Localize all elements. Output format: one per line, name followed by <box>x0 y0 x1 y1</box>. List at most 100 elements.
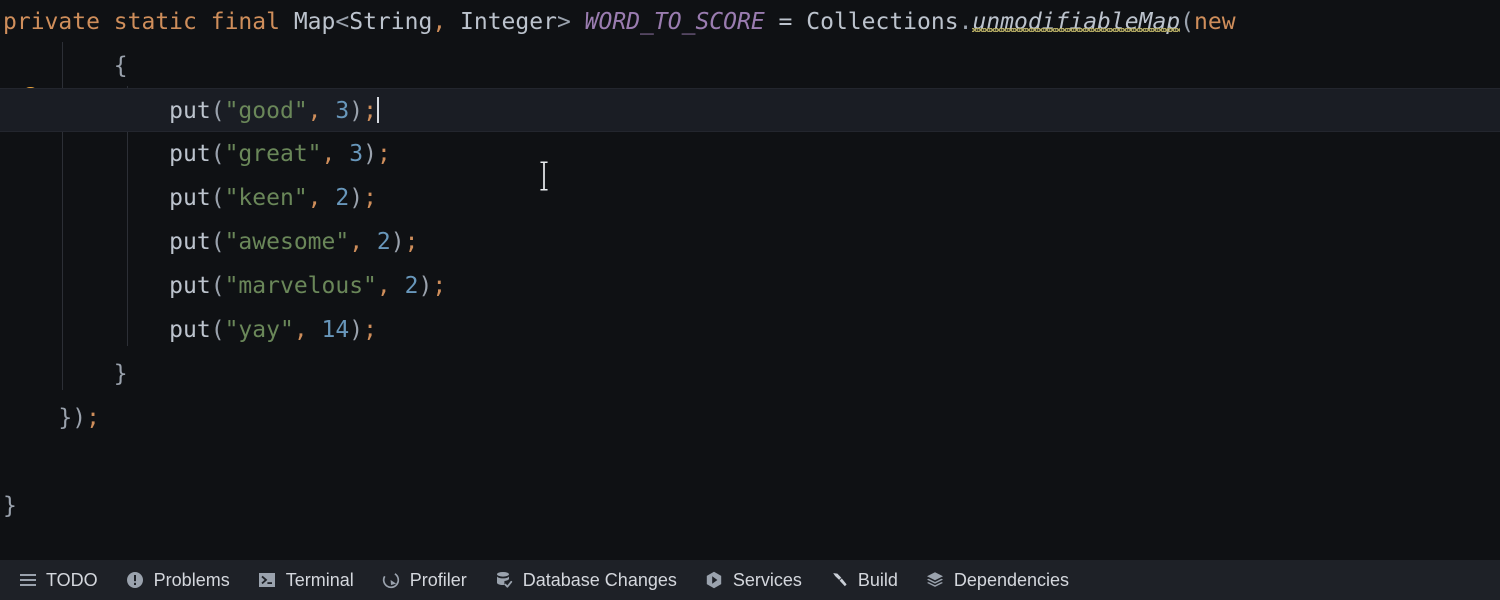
code-token: , <box>322 141 336 167</box>
code-token <box>322 185 336 211</box>
code-token <box>571 9 585 35</box>
code-token: put <box>3 273 211 299</box>
code-token: { <box>3 53 128 79</box>
code-token: "marvelous" <box>225 273 377 299</box>
code-line[interactable]: { <box>0 44 1500 88</box>
code-token: ; <box>363 98 377 124</box>
code-token: , <box>377 273 391 299</box>
code-token: = <box>779 9 793 35</box>
code-token: ; <box>405 229 419 255</box>
code-token: ; <box>377 141 391 167</box>
code-token: 14 <box>322 317 350 343</box>
hexagon-play-icon <box>705 571 724 590</box>
code-token <box>765 9 779 35</box>
status-item-todo[interactable]: TODO <box>4 560 112 600</box>
code-token: 3 <box>349 141 363 167</box>
status-item-label: Profiler <box>410 570 467 591</box>
tool-window-status-bar[interactable]: TODO Problems Terminal Profiler Database Cha… <box>0 560 1500 600</box>
code-token: unmodifiableMap <box>972 9 1180 35</box>
code-line[interactable]: put("good", 3); <box>0 88 1500 132</box>
code-editor[interactable]: private static final Map<String, Integer… <box>0 0 1500 560</box>
code-token: > <box>557 9 571 35</box>
code-token: new <box>1194 9 1236 35</box>
gauge-icon <box>382 571 401 590</box>
code-token: 2 <box>405 273 419 299</box>
status-item-label: Services <box>733 570 802 591</box>
code-line[interactable]: put("keen", 2); <box>0 176 1500 220</box>
text-caret <box>377 97 379 123</box>
status-item-build[interactable]: Build <box>816 560 912 600</box>
code-token: 2 <box>377 229 391 255</box>
code-line[interactable]: } <box>0 352 1500 396</box>
code-token <box>391 273 405 299</box>
status-item-services[interactable]: Services <box>691 560 816 600</box>
editor-text-area[interactable]: private static final Map<String, Integer… <box>0 0 1500 560</box>
code-line[interactable]: } <box>0 484 1500 528</box>
code-token: ; <box>363 185 377 211</box>
mouse-ibeam-cursor <box>536 160 552 192</box>
code-line[interactable]: put("marvelous", 2); <box>0 264 1500 308</box>
status-item-dependencies[interactable]: Dependencies <box>912 560 1083 600</box>
code-token: "great" <box>225 141 322 167</box>
code-token: ; <box>363 317 377 343</box>
status-item-label: Database Changes <box>523 570 677 591</box>
code-token: WORD_TO_SCORE <box>585 9 765 35</box>
code-token: final <box>211 9 294 35</box>
terminal-icon <box>258 571 277 590</box>
code-token: , <box>308 98 322 124</box>
code-token: . <box>959 9 973 35</box>
code-line[interactable]: put("awesome", 2); <box>0 220 1500 264</box>
code-token: ( <box>211 229 225 255</box>
code-token: }) <box>3 405 86 431</box>
exclamation-circle-icon <box>126 571 145 590</box>
code-token: String <box>349 9 432 35</box>
status-item-profiler[interactable]: Profiler <box>368 560 481 600</box>
code-token: put <box>3 141 211 167</box>
code-line[interactable]: put("great", 3); <box>0 132 1500 176</box>
code-token: , <box>432 9 446 35</box>
code-token: Map <box>294 9 336 35</box>
code-token: ( <box>211 185 225 211</box>
code-token <box>322 98 336 124</box>
code-token: , <box>349 229 363 255</box>
code-token: 2 <box>335 185 349 211</box>
code-token: ( <box>211 98 225 124</box>
status-item-label: TODO <box>46 570 98 591</box>
code-token <box>363 229 377 255</box>
code-line[interactable] <box>0 440 1500 484</box>
code-token: put <box>3 229 211 255</box>
code-token: ) <box>349 185 363 211</box>
code-line[interactable]: }); <box>0 396 1500 440</box>
status-item-problems[interactable]: Problems <box>112 560 244 600</box>
code-token: ) <box>363 141 377 167</box>
code-token: "good" <box>225 98 308 124</box>
code-token: static <box>114 9 211 35</box>
code-line[interactable]: private static final Map<String, Integer… <box>0 0 1500 44</box>
code-token: put <box>3 317 211 343</box>
status-item-terminal[interactable]: Terminal <box>244 560 368 600</box>
code-token: < <box>335 9 349 35</box>
code-token: ; <box>86 405 100 431</box>
code-token <box>335 141 349 167</box>
layers-icon <box>926 571 945 590</box>
code-token: ( <box>1180 9 1194 35</box>
code-token: , <box>294 317 308 343</box>
code-token: } <box>3 361 128 387</box>
code-token: ) <box>391 229 405 255</box>
list-lines-icon <box>18 571 37 590</box>
code-token: "awesome" <box>225 229 350 255</box>
code-line[interactable]: put("yay", 14); <box>0 308 1500 352</box>
status-item-label: Problems <box>154 570 230 591</box>
code-token: put <box>3 185 211 211</box>
code-token: , <box>308 185 322 211</box>
hammer-icon <box>830 571 849 590</box>
code-token: ( <box>211 273 225 299</box>
code-token: ( <box>211 317 225 343</box>
code-token: "yay" <box>225 317 294 343</box>
code-token: put <box>3 98 211 124</box>
code-token: ; <box>432 273 446 299</box>
code-token: ) <box>349 98 363 124</box>
database-check-icon <box>495 571 514 590</box>
status-item-database-changes[interactable]: Database Changes <box>481 560 691 600</box>
status-item-label: Dependencies <box>954 570 1069 591</box>
